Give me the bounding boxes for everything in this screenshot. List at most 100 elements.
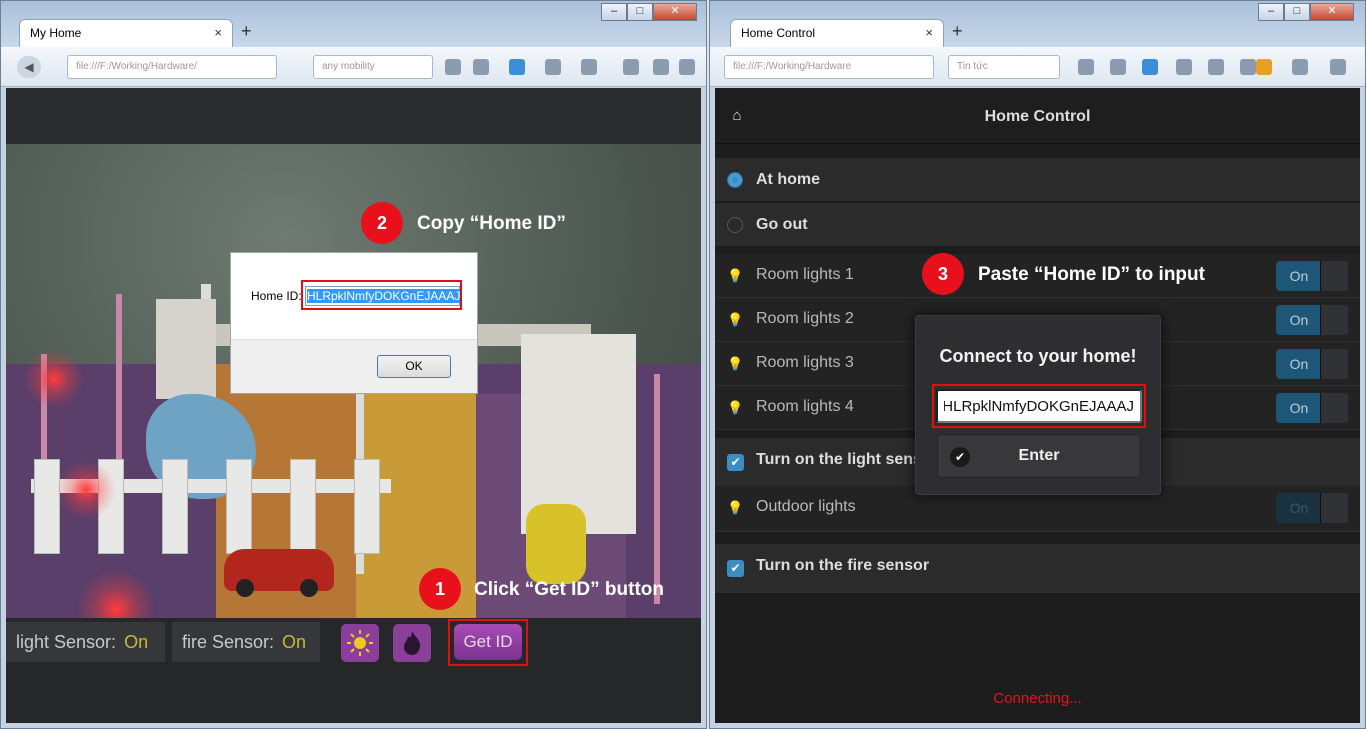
- tab-title: Home Control: [741, 26, 816, 40]
- enter-button[interactable]: ✔ Enter: [937, 434, 1141, 478]
- light-sensor-status: light Sensor: On: [6, 622, 165, 662]
- toolbar-download-icon[interactable]: [1142, 59, 1158, 75]
- light-sensor-check-label: Turn on the light sensor: [756, 451, 938, 468]
- fire-sensor-check-label: Turn on the fire sensor: [756, 557, 930, 574]
- my-home-page: Home ID: HLRpklNmfyDOKGnEJAAAJ OK 2 Copy…: [6, 88, 701, 723]
- menu-icon[interactable]: [1330, 59, 1346, 75]
- outdoor-lights-label: Outdoor lights: [756, 498, 856, 515]
- light-sensor-value: On: [124, 632, 149, 652]
- lightbulb-icon: 💡: [727, 500, 744, 515]
- room-lights-2-toggle[interactable]: On: [1276, 305, 1348, 335]
- outdoor-lights-toggle[interactable]: On: [1276, 493, 1348, 523]
- fire-sensor-value: On: [282, 632, 307, 652]
- page-title: Home Control: [984, 108, 1091, 125]
- step-1-text: Click “Get ID” button: [474, 579, 664, 600]
- left-nav-toolbar: ◀ file:///F:/Working/Hardware/ any mobil…: [1, 47, 706, 87]
- minimize-icon[interactable]: –: [1258, 3, 1284, 21]
- page-top-band: [6, 88, 701, 144]
- right-tabstrip: Home Control × + – □ ✕: [710, 1, 1365, 47]
- radio-unselected-icon[interactable]: [727, 217, 743, 233]
- right-nav-toolbar: ◀ file:///F:/Working/Hardware Tin tức: [710, 47, 1365, 87]
- enter-label: Enter: [1018, 447, 1060, 464]
- close-window-icon[interactable]: ✕: [1310, 3, 1354, 21]
- room-lights-1-toggle[interactable]: On: [1276, 261, 1348, 291]
- room-lights-4-toggle[interactable]: On: [1276, 393, 1348, 423]
- fire-sensor-status: fire Sensor: On: [172, 622, 320, 662]
- room-lights-label: Room lights 2: [756, 310, 854, 327]
- toolbar-sync-icon[interactable]: [1256, 59, 1272, 75]
- toolbar-sync-icon[interactable]: [653, 59, 669, 75]
- room-lights-label: Room lights 3: [756, 354, 854, 371]
- toolbar-download-icon[interactable]: [509, 59, 525, 75]
- maximize-icon[interactable]: □: [627, 3, 653, 21]
- minimize-icon[interactable]: –: [601, 3, 627, 21]
- toolbar-extension-icon[interactable]: [623, 59, 639, 75]
- new-tab-icon[interactable]: +: [952, 21, 963, 42]
- toolbar-addon-icon[interactable]: [1208, 59, 1224, 75]
- toolbar-settings-icon[interactable]: [1292, 59, 1308, 75]
- red-led-glow: [56, 460, 116, 520]
- step-2-text: Copy “Home ID”: [417, 213, 566, 234]
- fire-sensor-checkbox-row[interactable]: ✔ Turn on the fire sensor: [715, 544, 1360, 594]
- right-browser-window: Home Control × + – □ ✕ ◀ file:///F:/Work…: [709, 0, 1366, 729]
- room-lights-3-toggle[interactable]: On: [1276, 349, 1348, 379]
- search-bar[interactable]: Tin tức: [948, 55, 1060, 79]
- highlight-home-id: [301, 280, 462, 310]
- tab-close-icon[interactable]: ×: [925, 25, 933, 40]
- new-tab-icon[interactable]: +: [241, 21, 252, 42]
- flame-icon[interactable]: [393, 624, 431, 662]
- checkbox-checked-icon[interactable]: ✔: [727, 454, 744, 471]
- mode-go-out[interactable]: Go out: [715, 203, 1360, 247]
- sun-icon[interactable]: [341, 624, 379, 662]
- toolbar-extension-icon[interactable]: [1240, 59, 1256, 75]
- light-sensor-label: light Sensor:: [16, 632, 117, 652]
- menu-icon[interactable]: [679, 59, 695, 75]
- app-header: ⌂ Home Control: [715, 88, 1360, 144]
- url-bar[interactable]: file:///F:/Working/Hardware: [724, 55, 934, 79]
- lightbulb-icon: 💡: [727, 268, 744, 283]
- toolbar-home-icon[interactable]: [1176, 59, 1192, 75]
- step-3-badge: 3: [922, 253, 964, 295]
- step-2-badge: 2: [361, 202, 403, 244]
- maximize-icon[interactable]: □: [1284, 3, 1310, 21]
- checkbox-checked-icon[interactable]: ✔: [727, 560, 744, 577]
- model-red-car: [224, 549, 334, 597]
- red-led-glow: [76, 569, 156, 618]
- tab-home-control[interactable]: Home Control ×: [730, 19, 944, 47]
- room-lights-label: Room lights 4: [756, 398, 854, 415]
- lightbulb-icon: 💡: [727, 356, 744, 371]
- model-yellow-car: [526, 504, 586, 584]
- toolbar-star-icon[interactable]: [445, 59, 461, 75]
- tab-close-icon[interactable]: ×: [214, 25, 222, 40]
- highlight-get-id: [448, 619, 528, 666]
- fire-sensor-label: fire Sensor:: [182, 632, 275, 652]
- toolbar-bookmark-icon[interactable]: [1110, 59, 1126, 75]
- mode-label: Go out: [756, 216, 808, 233]
- toolbar-star-icon[interactable]: [1078, 59, 1094, 75]
- url-bar[interactable]: file:///F:/Working/Hardware/: [67, 55, 277, 79]
- left-tabstrip: My Home × + – □ ✕: [1, 1, 706, 47]
- toolbar-bookmark-icon[interactable]: [473, 59, 489, 75]
- ok-button[interactable]: OK: [377, 355, 451, 378]
- left-browser-window: My Home × + – □ ✕ ◀ file:///F:/Working/H…: [0, 0, 707, 729]
- mode-at-home[interactable]: At home: [715, 158, 1360, 202]
- toolbar-home-icon[interactable]: [545, 59, 561, 75]
- step-1-badge: 1: [419, 568, 461, 610]
- tab-my-home[interactable]: My Home ×: [19, 19, 233, 47]
- connect-popup: Connect to your home! ✔ Enter: [915, 315, 1161, 495]
- home-id-alert-dialog: Home ID: HLRpklNmfyDOKGnEJAAAJ OK: [230, 252, 478, 394]
- toolbar-addon-icon[interactable]: [581, 59, 597, 75]
- mode-label: At home: [756, 171, 820, 188]
- step-3-text: Paste “Home ID” to input: [978, 264, 1205, 285]
- connection-status: Connecting...: [993, 690, 1082, 707]
- radio-selected-icon[interactable]: [727, 172, 743, 188]
- lightbulb-icon: 💡: [727, 400, 744, 415]
- close-window-icon[interactable]: ✕: [653, 3, 697, 21]
- home-control-page: ⌂ Home Control At home Go out 💡 Room lig…: [715, 88, 1360, 723]
- room-lights-label: Room lights 1: [756, 266, 854, 283]
- home-id-label: Home ID:: [251, 289, 302, 303]
- back-arrow-icon[interactable]: ◀: [17, 56, 41, 78]
- tab-title: My Home: [30, 26, 82, 40]
- search-bar[interactable]: any mobility: [313, 55, 433, 79]
- red-led-glow: [24, 349, 84, 409]
